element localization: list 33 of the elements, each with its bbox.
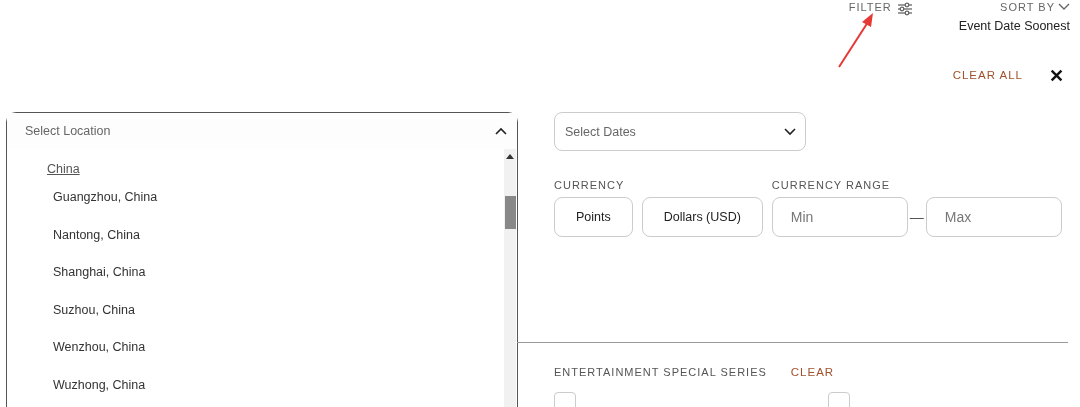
section-label: CURRENCY — [554, 179, 626, 191]
filter-button[interactable]: FILTER — [848, 1, 913, 17]
section-label: CURRENCY RANGE — [771, 179, 892, 191]
location-option[interactable]: Nantong, China — [53, 227, 140, 265]
dates-dropdown[interactable]: Select Dates — [554, 112, 806, 151]
group-link[interactable]: China — [47, 162, 80, 176]
scroll-thumb[interactable] — [504, 196, 516, 229]
max-field[interactable]: Max — [925, 197, 1062, 237]
sort-value: Event Date Soonest — [958, 19, 1070, 33]
location-option[interactable]: Wuzhong, China — [53, 377, 146, 407]
sliders-icon — [896, 2, 913, 16]
scroll-up-icon — [506, 154, 514, 159]
section-label: ENTERTAINMENT SPECIAL SERIES — [554, 366, 767, 378]
chevron-down-icon — [1058, 3, 1070, 11]
scrollbar[interactable] — [504, 149, 516, 407]
location-option[interactable]: Shanghai, China — [53, 265, 146, 303]
clear-link[interactable]: CLEAR — [790, 366, 835, 378]
close-button[interactable]: ✕ — [1045, 67, 1068, 85]
location-option[interactable]: Suzhou, China — [53, 302, 135, 340]
currency-option[interactable]: Points — [554, 197, 633, 237]
clear-all-link[interactable]: CLEAR ALL — [952, 68, 1023, 81]
location-option[interactable]: Guangzhou, China — [53, 190, 158, 228]
chevron-down-icon — [784, 127, 796, 136]
chevron-up-icon — [495, 127, 507, 135]
currency-option[interactable]: Dollars (USD) — [641, 197, 763, 237]
dropdown-placeholder: Select Dates — [565, 124, 636, 139]
annotation-arrow — [836, 10, 876, 70]
min-field[interactable]: Min — [771, 197, 908, 237]
range-separator: — — [909, 209, 924, 225]
location-option[interactable]: Wenzhou, China — [53, 340, 146, 378]
sort-by-button[interactable]: SORT BY — [1000, 1, 1070, 13]
dropdown-placeholder: Select Location — [25, 124, 111, 138]
location-dropdown[interactable]: Select Location China Guangzhou, China Nantong, China Shanghai, China Suzhou, China Wenzhou, China Wuzhong, China — [6, 112, 518, 407]
